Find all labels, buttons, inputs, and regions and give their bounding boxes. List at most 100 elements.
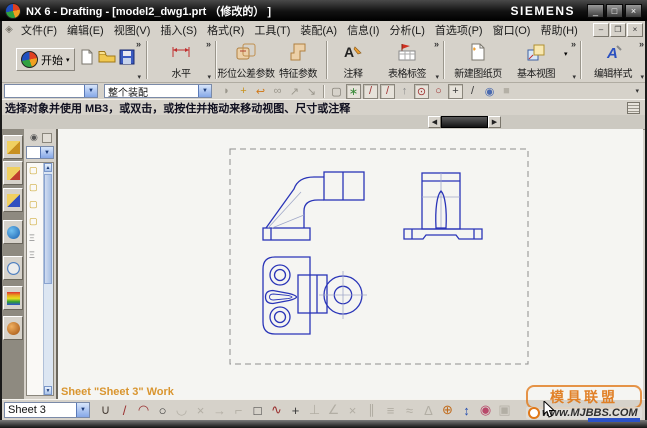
- app-menu-icon[interactable]: ◈: [2, 24, 16, 35]
- side-view[interactable]: [403, 172, 483, 240]
- hscrollbar-thumb[interactable]: [441, 116, 488, 128]
- toolbar-options-caret-icon[interactable]: ▾: [137, 73, 141, 81]
- selection-bar-caret-icon[interactable]: ▾: [635, 87, 639, 95]
- sketch-tool-button[interactable]: ∿: [267, 401, 286, 419]
- sketch-tool-button[interactable]: ◡: [172, 401, 191, 419]
- toolbar-overflow-icon[interactable]: »: [136, 39, 141, 49]
- snap-point-icon[interactable]: ↑: [397, 84, 412, 99]
- navigator-node[interactable]: ▢: [29, 165, 38, 175]
- sketch-tool-button[interactable]: ○: [153, 401, 172, 419]
- sketch-tool-button[interactable]: ⌐: [229, 401, 248, 419]
- selection-bar-icon[interactable]: ↗: [287, 84, 302, 99]
- menu-item[interactable]: 帮助(H): [535, 21, 582, 39]
- sketch-tool-button[interactable]: +: [286, 401, 305, 419]
- combo-dropdown-icon[interactable]: ▼: [40, 147, 53, 158]
- scroll-left-button[interactable]: ◀: [428, 116, 441, 128]
- menu-item[interactable]: 工具(T): [249, 21, 295, 39]
- feature-parameters-button[interactable]: 特征参数: [270, 41, 326, 80]
- selection-bar-icon[interactable]: ◗: [219, 84, 234, 99]
- vscrollbar-thumb[interactable]: [44, 174, 52, 284]
- scroll-right-button[interactable]: ▶: [488, 116, 501, 128]
- panel-options-button[interactable]: [42, 133, 52, 143]
- resource-bar-tab[interactable]: [3, 256, 23, 280]
- sketch-tool-button[interactable]: Δ: [419, 401, 438, 419]
- edit-style-button[interactable]: A 编辑样式: [585, 41, 641, 80]
- sketch-tool-button[interactable]: ×: [343, 401, 362, 419]
- selection-bar-icon[interactable]: +: [236, 84, 251, 99]
- save-button[interactable]: [116, 46, 138, 68]
- snap-point-icon[interactable]: ○: [431, 84, 446, 99]
- selection-bar-icon[interactable]: ↩: [253, 84, 268, 99]
- toolbar-overflow-icon[interactable]: »: [206, 39, 211, 49]
- document-control-button[interactable]: ×: [627, 22, 643, 37]
- snap-point-icon[interactable]: +: [448, 83, 463, 99]
- menu-item[interactable]: 窗口(O): [488, 21, 536, 39]
- toolbar-overflow-icon[interactable]: »: [571, 39, 576, 49]
- gdt-parameters-button[interactable]: 形位公差参数: [218, 41, 275, 80]
- sketch-tool-button[interactable]: ⊕: [438, 401, 457, 419]
- start-button[interactable]: 开始 ▾: [16, 48, 75, 71]
- grid-icon[interactable]: [627, 102, 640, 114]
- snap-point-icon[interactable]: ▢: [329, 84, 344, 99]
- snap-point-icon[interactable]: ■: [499, 84, 514, 99]
- window-control-button[interactable]: ×: [625, 3, 642, 18]
- navigator-combo[interactable]: ▼: [26, 146, 54, 159]
- menu-item[interactable]: 插入(S): [155, 21, 202, 39]
- selection-scope-combo[interactable]: 整个装配 ▼: [104, 84, 212, 99]
- document-control-button[interactable]: ❐: [610, 22, 626, 37]
- sketch-tool-button[interactable]: ×: [191, 401, 210, 419]
- document-control-button[interactable]: –: [593, 22, 609, 37]
- snap-point-icon[interactable]: ⊙: [414, 83, 429, 99]
- navigator-node[interactable]: ▢: [29, 216, 38, 226]
- window-control-button[interactable]: □: [606, 3, 623, 18]
- selection-filter-combo[interactable]: ▼: [4, 84, 98, 98]
- snap-point-icon[interactable]: /: [363, 83, 378, 99]
- menu-item[interactable]: 格式(R): [202, 21, 249, 39]
- resource-bar-tab[interactable]: [3, 286, 23, 310]
- navigator-node[interactable]: ▢: [29, 199, 38, 209]
- menu-item[interactable]: 视图(V): [109, 21, 156, 39]
- toolbar-options-caret-icon[interactable]: ▾: [640, 73, 644, 81]
- toolbar-overflow-icon[interactable]: »: [434, 39, 439, 49]
- window-control-button[interactable]: _: [587, 3, 604, 18]
- combo-dropdown-icon[interactable]: ▼: [76, 403, 89, 417]
- sketch-tool-button[interactable]: ≈: [400, 401, 419, 419]
- menu-item[interactable]: 分析(L): [384, 21, 429, 39]
- navigator-node[interactable]: Ξ: [29, 233, 38, 243]
- sketch-tool-button[interactable]: ≡: [381, 401, 400, 419]
- new-file-button[interactable]: [76, 46, 98, 68]
- sheet-select-combo[interactable]: Sheet 3 ▼: [4, 402, 90, 418]
- resource-bar-tab[interactable]: [3, 188, 23, 212]
- resource-bar-tab[interactable]: [3, 161, 23, 185]
- snap-point-icon[interactable]: ∗: [346, 83, 361, 99]
- navigator-node[interactable]: ▢: [29, 182, 38, 192]
- snap-point-icon[interactable]: ◉: [482, 84, 497, 99]
- sketch-tool-button[interactable]: ∪: [96, 401, 115, 419]
- navigator-node[interactable]: Ξ: [29, 250, 38, 260]
- base-view-button[interactable]: 基本视图: [510, 41, 562, 80]
- toolbar-options-caret-icon[interactable]: ▾: [572, 73, 576, 81]
- sketch-tool-button[interactable]: ◠: [134, 401, 153, 419]
- sketch-tool-button[interactable]: /: [115, 401, 134, 419]
- snap-point-icon[interactable]: /: [380, 83, 395, 99]
- resource-bar-tab[interactable]: [3, 316, 23, 340]
- toolbar-overflow-icon[interactable]: »: [639, 39, 644, 49]
- toolbar-options-caret-icon[interactable]: ▾: [435, 73, 439, 81]
- menu-item[interactable]: 信息(I): [342, 21, 384, 39]
- resource-bar-tab[interactable]: [3, 220, 23, 244]
- new-sheet-button[interactable]: 新建图纸页: [448, 41, 508, 80]
- snap-point-icon[interactable]: /: [465, 84, 480, 99]
- note-button[interactable]: A 注释: [329, 41, 377, 80]
- menu-item[interactable]: 装配(A): [295, 21, 342, 39]
- combo-dropdown-icon[interactable]: ▼: [198, 85, 211, 97]
- sketch-tool-button[interactable]: →: [210, 401, 229, 419]
- sketch-tool-button[interactable]: ↕: [457, 401, 476, 419]
- pin-icon[interactable]: ◉: [30, 132, 38, 143]
- sketch-tool-button[interactable]: □: [248, 401, 267, 419]
- tabular-note-button[interactable]: 表格标签: [379, 41, 435, 80]
- top-view[interactable]: [262, 256, 367, 335]
- sketch-tool-button[interactable]: ⊥: [305, 401, 324, 419]
- toolbar-options-caret-icon[interactable]: ▾: [207, 73, 211, 81]
- resource-bar-tab[interactable]: [3, 135, 23, 159]
- menu-item[interactable]: 首选项(P): [430, 21, 488, 39]
